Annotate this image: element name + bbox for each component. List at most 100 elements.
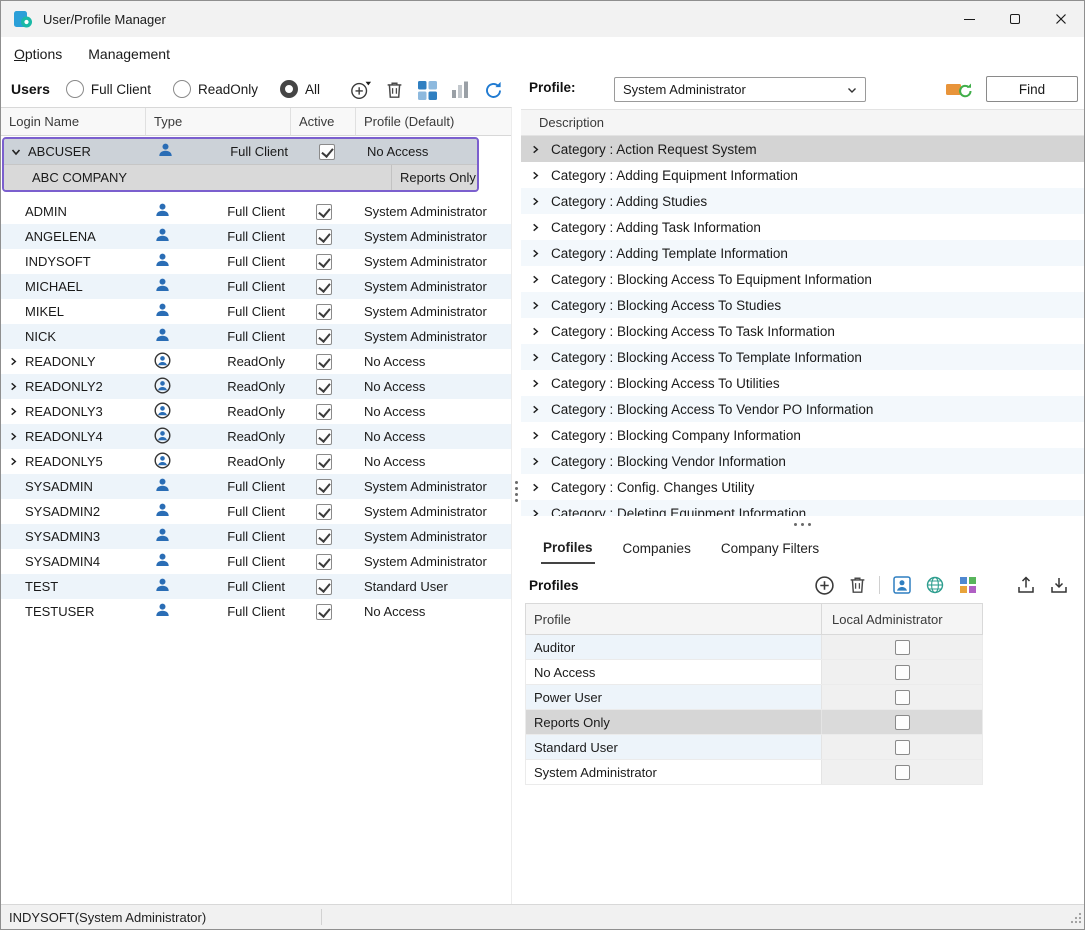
chevron-right-icon[interactable] [530,378,544,389]
add-profile-button[interactable] [813,574,835,596]
globe-button[interactable] [924,574,946,596]
profile-dropdown[interactable]: System Administrator [614,77,866,102]
user-row[interactable]: MICHAELFull ClientSystem Administrator [1,274,511,299]
find-button[interactable]: Find [986,76,1078,102]
chevron-right-icon[interactable] [530,482,544,493]
tab-company-filters[interactable]: Company Filters [719,534,821,563]
user-row[interactable]: ADMINFull ClientSystem Administrator [1,199,511,224]
chevron-right-icon[interactable] [530,430,544,441]
splitter-handle[interactable] [521,516,1084,532]
user-row[interactable]: ANGELENAFull ClientSystem Administrator [1,224,511,249]
local-admin-checkbox[interactable] [895,715,910,730]
active-checkbox[interactable] [316,604,332,620]
user-row[interactable]: READONLY2ReadOnlyNo Access [1,374,511,399]
user-row[interactable]: READONLY5ReadOnlyNo Access [1,449,511,474]
import-button[interactable] [1048,574,1070,596]
resize-grip[interactable] [1070,912,1082,927]
user-cards-button[interactable] [416,79,438,101]
user-row[interactable]: TESTUSERFull ClientNo Access [1,599,511,624]
chevron-right-icon[interactable] [530,456,544,467]
company-row[interactable]: ABC COMPANYReports Only [4,164,477,190]
column-type[interactable]: Type [146,108,291,135]
local-admin-checkbox[interactable] [895,665,910,680]
active-checkbox[interactable] [316,379,332,395]
category-row[interactable]: Category : Blocking Access To Equipment … [521,266,1084,292]
user-row[interactable]: SYSADMINFull ClientSystem Administrator [1,474,511,499]
profile-row[interactable]: No Access [525,660,983,685]
active-checkbox[interactable] [316,404,332,420]
chevron-right-icon[interactable] [1,356,25,367]
chevron-right-icon[interactable] [1,456,25,467]
active-checkbox[interactable] [316,454,332,470]
chevron-right-icon[interactable] [530,144,544,155]
filter-radio-all[interactable]: All [280,80,320,98]
chevron-right-icon[interactable] [530,274,544,285]
active-checkbox[interactable] [316,479,332,495]
maximize-button[interactable] [992,1,1038,37]
user-row[interactable]: NICKFull ClientSystem Administrator [1,324,511,349]
user-row[interactable]: TESTFull ClientStandard User [1,574,511,599]
active-checkbox[interactable] [316,204,332,220]
category-row[interactable]: Category : Config. Changes Utility [521,474,1084,500]
category-row[interactable]: Category : Adding Task Information [521,214,1084,240]
profile-row[interactable]: System Administrator [525,760,983,785]
export-button[interactable] [1015,574,1037,596]
category-row[interactable]: Category : Deleting Equipment Informatio… [521,500,1084,516]
category-row[interactable]: Category : Blocking Vendor Information [521,448,1084,474]
user-row[interactable]: SYSADMIN2Full ClientSystem Administrator [1,499,511,524]
chevron-right-icon[interactable] [1,381,25,392]
category-row[interactable]: Category : Adding Equipment Information [521,162,1084,188]
active-checkbox[interactable] [316,354,332,370]
active-checkbox[interactable] [316,529,332,545]
chevron-right-icon[interactable] [530,222,544,233]
active-checkbox[interactable] [316,229,332,245]
category-row[interactable]: Category : Blocking Access To Vendor PO … [521,396,1084,422]
minimize-button[interactable] [946,1,992,37]
tab-profiles[interactable]: Profiles [541,533,595,564]
category-row[interactable]: Category : Blocking Access To Task Infor… [521,318,1084,344]
category-row[interactable]: Category : Blocking Access To Template I… [521,344,1084,370]
category-row[interactable]: Category : Adding Template Information [521,240,1084,266]
category-row[interactable]: Category : Blocking Access To Studies [521,292,1084,318]
chevron-right-icon[interactable] [530,508,544,517]
active-checkbox[interactable] [319,144,335,160]
filter-radio-full-client[interactable]: Full Client [66,80,151,98]
user-row[interactable]: INDYSOFTFull ClientSystem Administrator [1,249,511,274]
column-active[interactable]: Active [291,108,356,135]
menu-management[interactable]: Management [88,46,170,62]
profile-row[interactable]: Reports Only [525,710,983,735]
active-checkbox[interactable] [316,329,332,345]
user-row[interactable]: MIKELFull ClientSystem Administrator [1,299,511,324]
column-profile[interactable]: Profile [526,604,822,634]
local-admin-checkbox[interactable] [895,740,910,755]
active-checkbox[interactable] [316,429,332,445]
active-checkbox[interactable] [316,554,332,570]
local-admin-checkbox[interactable] [895,765,910,780]
user-row[interactable]: READONLY3ReadOnlyNo Access [1,399,511,424]
sync-profile-button[interactable] [945,79,973,100]
user-row[interactable]: SYSADMIN4Full ClientSystem Administrator [1,549,511,574]
category-row[interactable]: Category : Blocking Access To Utilities [521,370,1084,396]
category-row[interactable]: Category : Adding Studies [521,188,1084,214]
active-checkbox[interactable] [316,279,332,295]
chevron-right-icon[interactable] [530,196,544,207]
active-checkbox[interactable] [316,254,332,270]
chevron-down-icon[interactable] [4,146,28,158]
panel-splitter[interactable] [512,71,521,904]
profile-row[interactable]: Standard User [525,735,983,760]
chevron-right-icon[interactable] [1,406,25,417]
usage-chart-button[interactable] [449,79,471,101]
profile-row[interactable]: Auditor [525,635,983,660]
column-local-administrator[interactable]: Local Administrator [822,604,982,634]
column-grid-button[interactable] [957,574,979,596]
menu-options[interactable]: Options [14,46,62,62]
chevron-right-icon[interactable] [530,326,544,337]
chevron-right-icon[interactable] [530,300,544,311]
close-button[interactable] [1038,1,1084,37]
filter-radio-readonly[interactable]: ReadOnly [173,80,258,98]
category-row[interactable]: Category : Blocking Company Information [521,422,1084,448]
active-checkbox[interactable] [316,579,332,595]
column-login-name[interactable]: Login Name [1,108,146,135]
chevron-right-icon[interactable] [530,352,544,363]
active-checkbox[interactable] [316,304,332,320]
